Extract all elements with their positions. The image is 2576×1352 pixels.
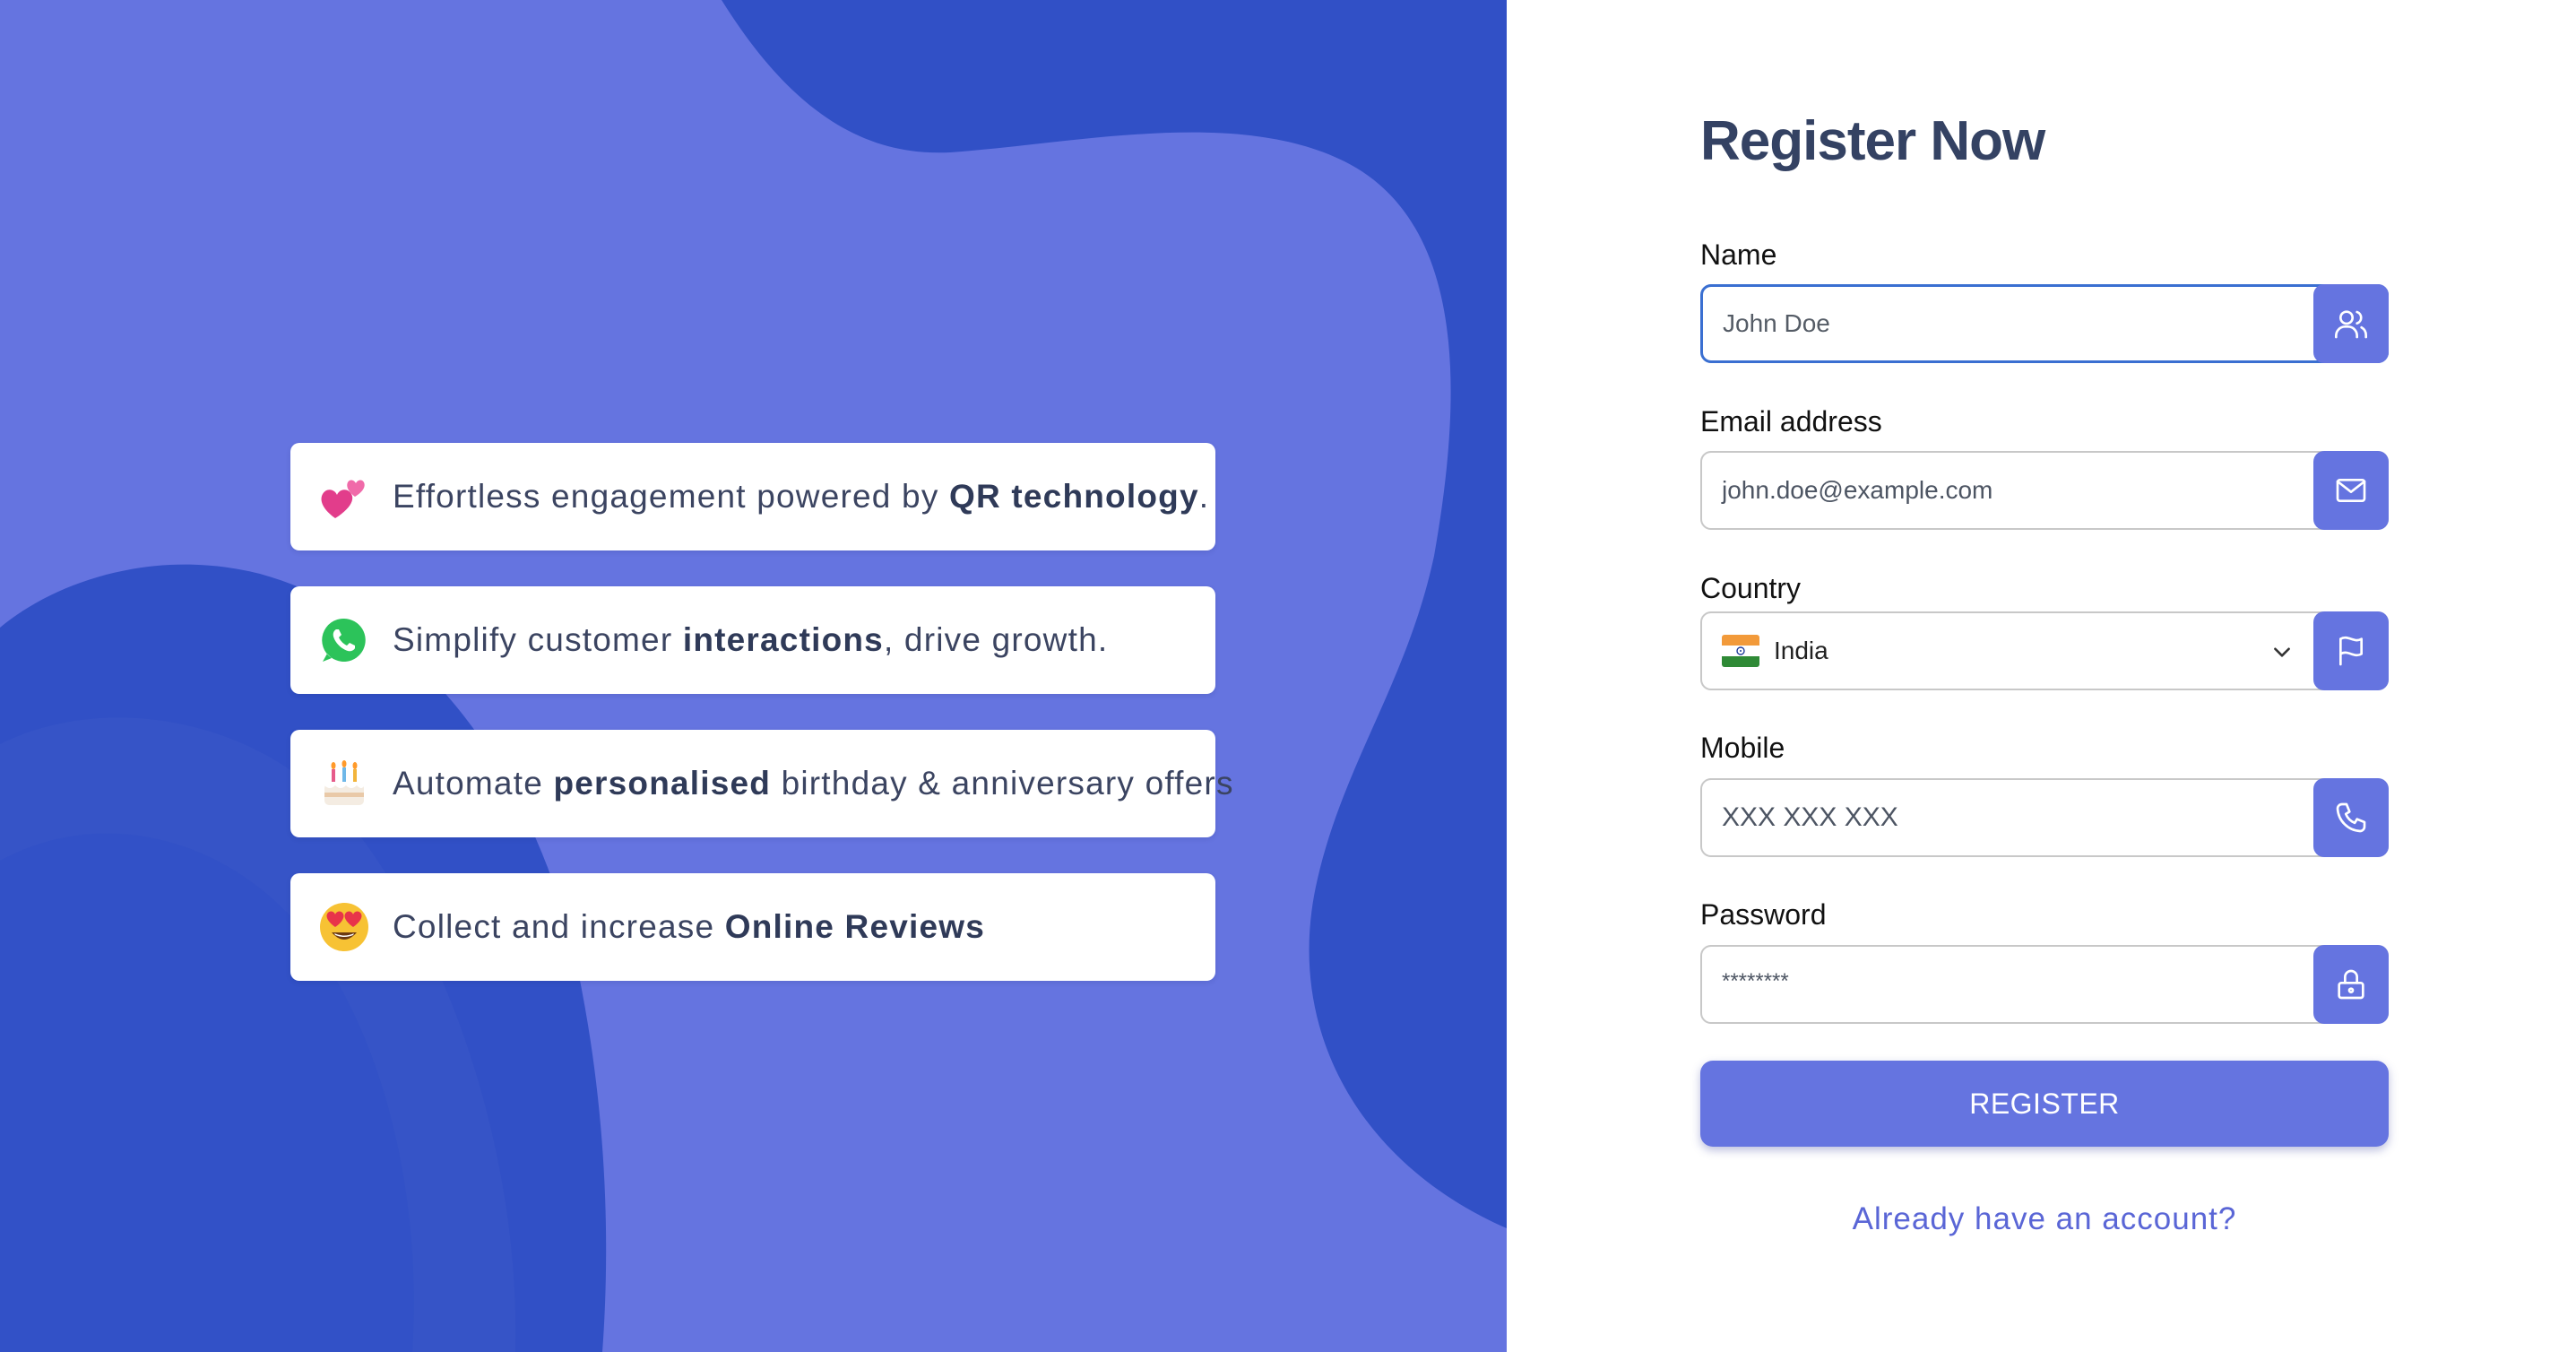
email-label: Email address (1700, 405, 1882, 438)
email-field[interactable]: john.doe@example.com (1700, 451, 2389, 530)
mobile-input[interactable]: XXX XXX XXX (1702, 802, 2387, 833)
name-label: Name (1700, 238, 1777, 271)
name-input[interactable]: John Doe (1703, 309, 2386, 338)
feature-card-birthday: Automate personalised birthday & anniver… (290, 730, 1232, 837)
feature-card-whatsapp: Simplify customer interactions, drive gr… (290, 586, 1215, 694)
feature-text: Effortless engagement powered by QR tech… (393, 478, 1210, 515)
country-value: India (1774, 637, 1828, 664)
password-label: Password (1700, 898, 1827, 931)
phone-icon (2313, 778, 2389, 857)
users-icon (2313, 284, 2389, 363)
mail-icon (2313, 451, 2389, 530)
feature-card-reviews: Collect and increase Online Reviews (290, 873, 1215, 981)
lock-icon (2313, 945, 2389, 1024)
mobile-field[interactable]: XXX XXX XXX (1700, 778, 2389, 857)
flag-icon (2313, 611, 2389, 690)
register-button[interactable]: REGISTER (1700, 1061, 2389, 1147)
password-input[interactable]: ******** (1702, 969, 2387, 1000)
hero-panel: Effortless engagement powered by QR tech… (0, 0, 1507, 1352)
register-form: Register Now Name John Doe Email address… (1507, 0, 2576, 1352)
feature-text: Collect and increase Online Reviews (393, 908, 986, 945)
feature-text: Automate personalised birthday & anniver… (393, 765, 1234, 802)
email-input[interactable]: john.doe@example.com (1702, 476, 2387, 505)
login-link[interactable]: Already have an account? (1700, 1201, 2389, 1237)
heart-eyes-emoji (317, 900, 371, 954)
country-label: Country (1700, 572, 1802, 604)
two-hearts-emoji (317, 470, 371, 524)
feature-card-qr: Effortless engagement powered by QR tech… (290, 443, 1215, 550)
password-field[interactable]: ******** (1700, 945, 2389, 1024)
feature-text: Simplify customer interactions, drive gr… (393, 621, 1109, 658)
birthday-cake-emoji (317, 757, 371, 810)
name-field[interactable]: John Doe (1700, 284, 2389, 363)
india-flag-icon (1722, 635, 1759, 667)
country-select[interactable]: India (1700, 611, 2389, 690)
whatsapp-icon (317, 613, 371, 667)
page-title: Register Now (1700, 110, 2045, 172)
mobile-label: Mobile (1700, 732, 1785, 764)
chevron-down-icon[interactable] (2270, 640, 2294, 663)
